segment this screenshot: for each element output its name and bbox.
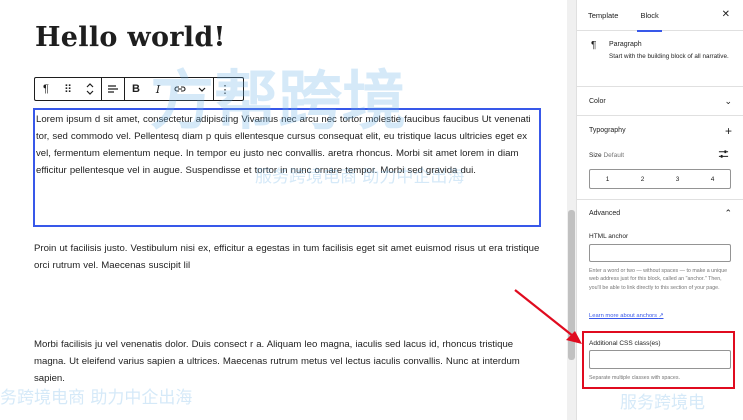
font-size-picker: 1 2 3 4 [589, 169, 731, 189]
options-icon[interactable]: ⋮ [214, 78, 236, 100]
block-name: Paragraph [609, 41, 642, 48]
paragraph-icon: ¶ [591, 40, 597, 51]
editor-scrollbar[interactable] [567, 0, 576, 420]
size-label: Size Default [589, 152, 625, 159]
font-size-option[interactable]: 3 [660, 170, 695, 188]
paragraph-block-selected[interactable]: Lorem ipsum d sit amet, consectetur adip… [33, 108, 541, 227]
block-card: ¶ Paragraph Start with the building bloc… [589, 38, 737, 78]
chevron-up-icon: ⌃ [724, 208, 732, 218]
paragraph-block[interactable]: Morbi facilisis ju vel venenatis dolor. … [34, 336, 540, 387]
html-anchor-input[interactable] [589, 244, 731, 262]
tab-template[interactable]: Template [577, 0, 629, 31]
move-updown-icon[interactable] [79, 78, 101, 100]
size-settings-icon[interactable] [718, 149, 729, 163]
panel-color[interactable]: Color ⌄ [577, 86, 743, 116]
highlight-box [582, 331, 735, 389]
paragraph-text: Lorem ipsum d sit amet, consectetur adip… [36, 114, 531, 176]
external-link-icon: ↗ [658, 313, 664, 319]
more-chevron-icon[interactable] [191, 78, 213, 100]
chevron-down-icon: ⌄ [724, 96, 732, 106]
block-description: Start with the building block of all nar… [609, 53, 729, 60]
post-title[interactable]: Hello world! [35, 22, 226, 53]
scrollbar-thumb[interactable] [568, 210, 575, 360]
paragraph-text: Proin ut facilisis justo. Vestibulum nis… [34, 243, 540, 271]
editor-canvas[interactable]: Hello world! ¶ ⠿ B I ⋮ Lorem ipsum d sit… [0, 0, 567, 420]
block-toolbar: ¶ ⠿ B I ⋮ [34, 77, 244, 101]
tab-block[interactable]: Block [629, 0, 669, 32]
panel-color-label: Color [589, 98, 606, 105]
learn-more-link[interactable]: Learn more about anchors ↗ [589, 313, 663, 319]
drag-handle-icon[interactable]: ⠿ [57, 78, 79, 100]
html-anchor-label: HTML anchor [589, 233, 629, 240]
panel-typography[interactable]: Typography + [577, 115, 743, 145]
paragraph-text: Morbi facilisis ju vel venenatis dolor. … [34, 339, 520, 384]
panel-typography-label: Typography [589, 127, 626, 134]
link-icon[interactable] [169, 78, 191, 100]
italic-icon[interactable]: I [147, 78, 169, 100]
font-size-option[interactable]: 2 [625, 170, 660, 188]
panel-advanced-label: Advanced [589, 210, 621, 217]
bold-icon[interactable]: B [125, 78, 147, 100]
close-icon[interactable]: ✕ [722, 9, 730, 20]
panel-advanced[interactable]: Advanced ⌃ [577, 199, 743, 227]
plus-icon[interactable]: + [725, 124, 732, 138]
align-icon[interactable] [102, 78, 124, 100]
paragraph-block[interactable]: Proin ut facilisis justo. Vestibulum nis… [34, 240, 540, 274]
font-size-option[interactable]: 1 [590, 170, 625, 188]
html-anchor-help: Enter a word or two — without spaces — t… [589, 268, 728, 291]
sidebar-tabs: Template Block ✕ [577, 0, 743, 32]
font-size-option[interactable]: 4 [695, 170, 730, 188]
block-editor: Hello world! ¶ ⠿ B I ⋮ Lorem ipsum d sit… [0, 0, 743, 420]
paragraph-icon[interactable]: ¶ [35, 78, 57, 100]
